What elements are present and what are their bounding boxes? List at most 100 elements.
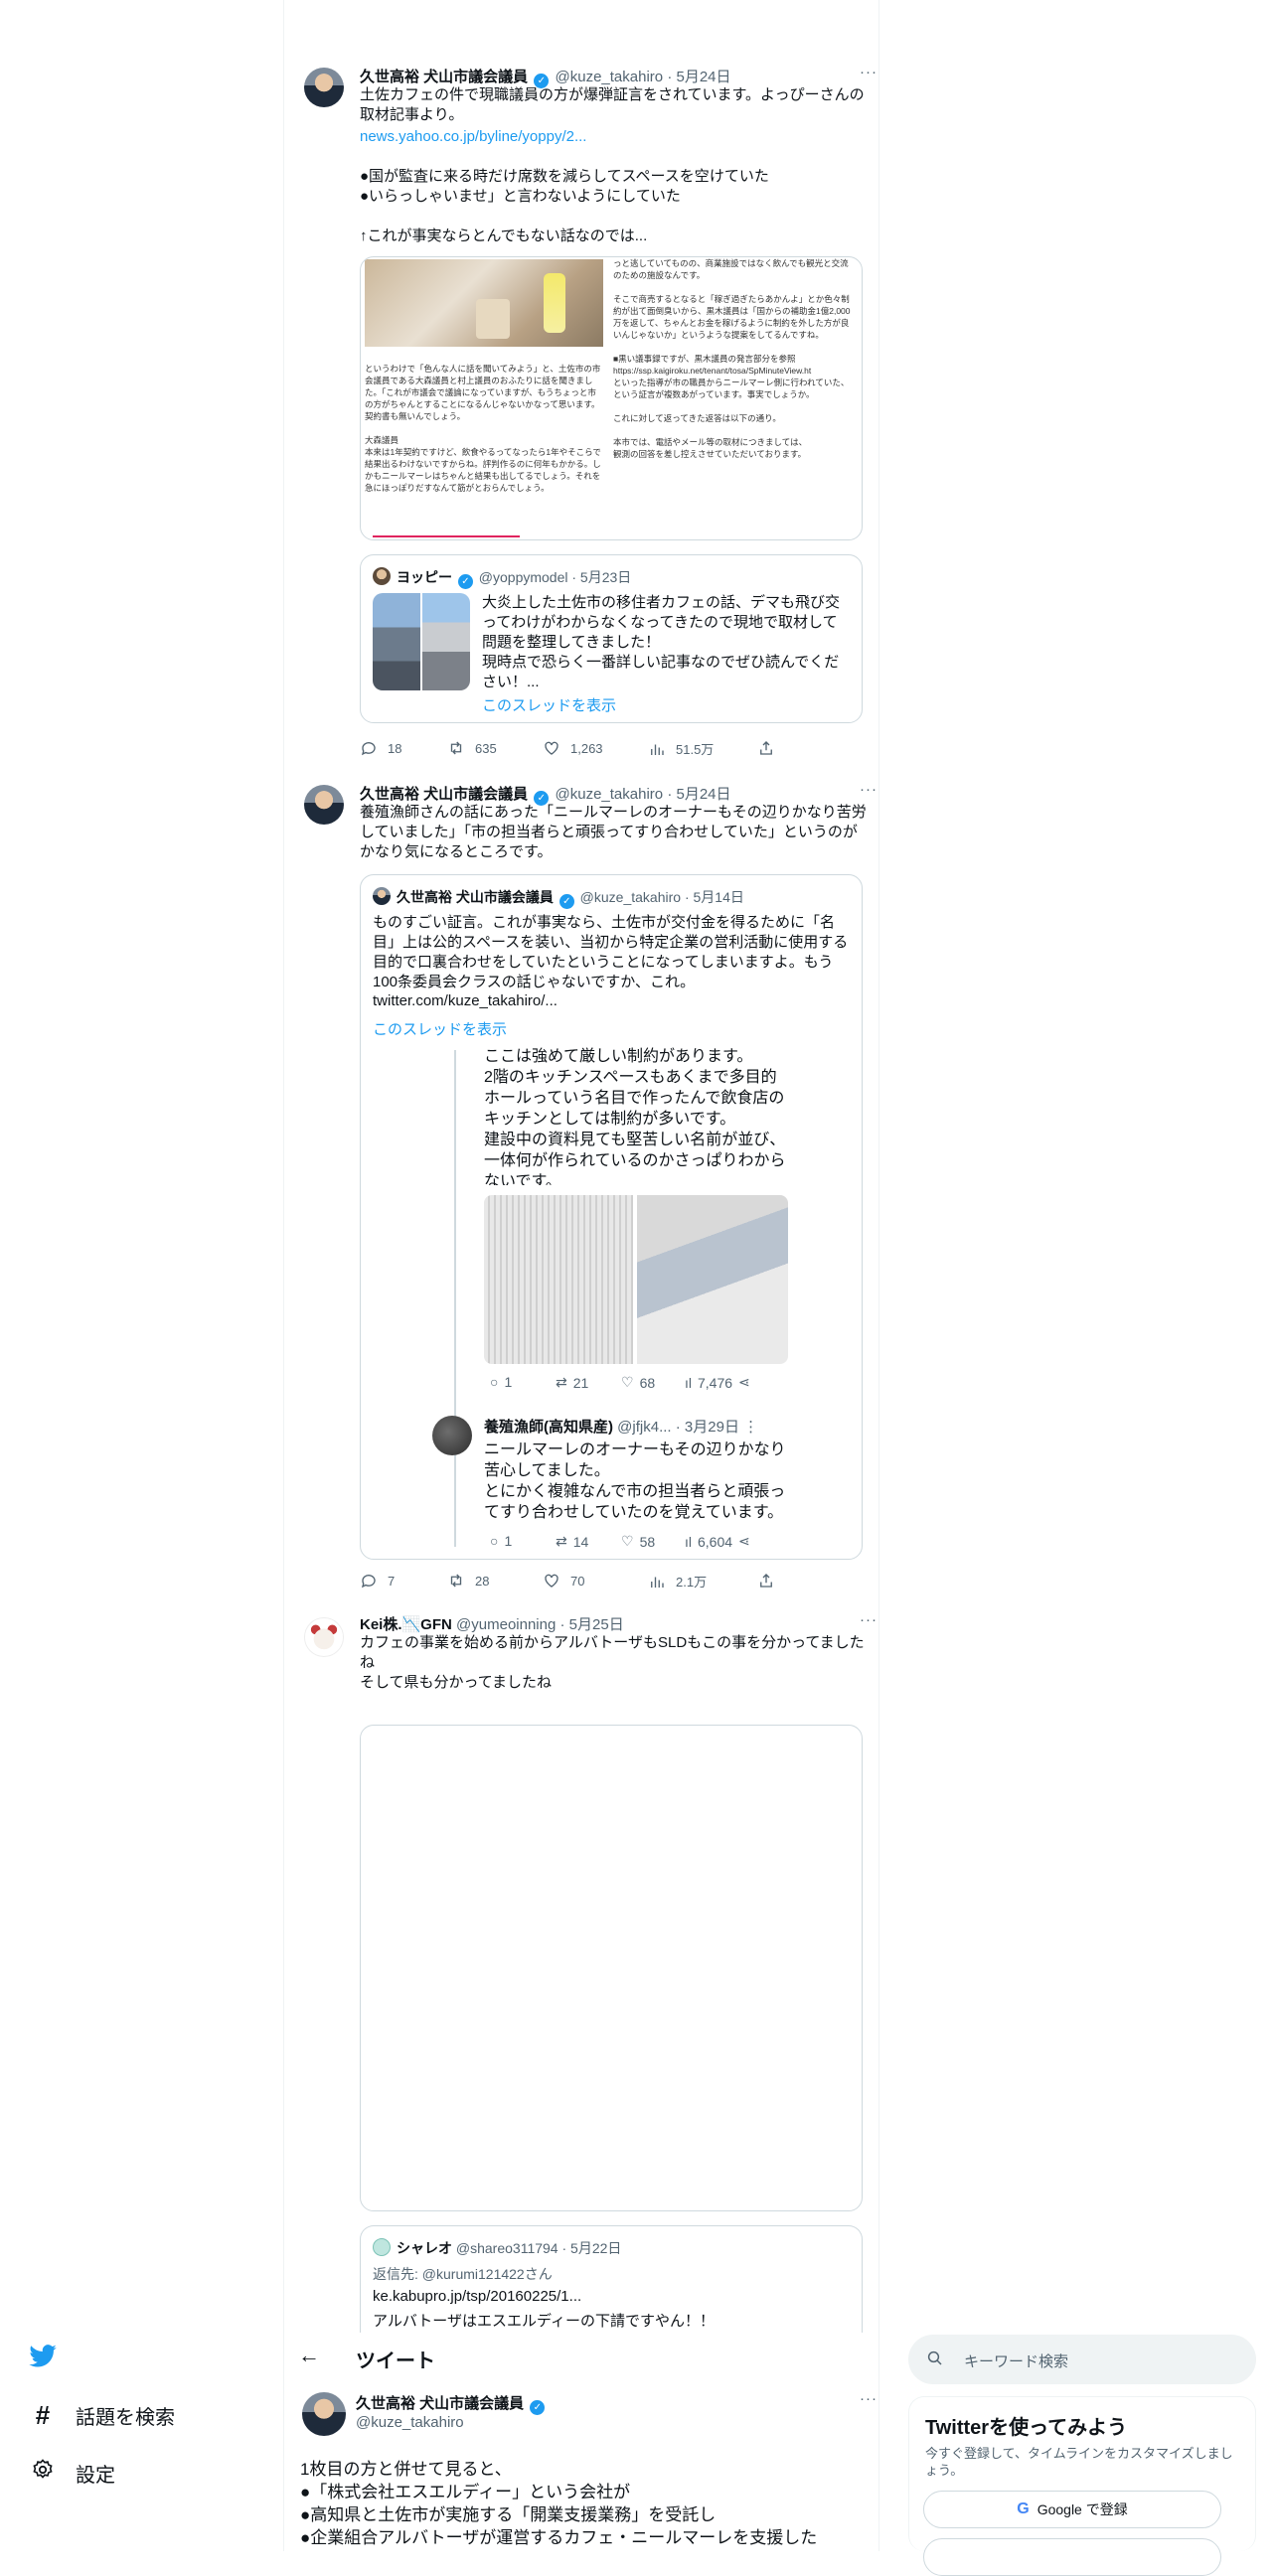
- views-button[interactable]: 2.1万: [648, 1572, 707, 1591]
- quoted-date: · 5月22日: [561, 2240, 622, 2256]
- google-signup-button[interactable]: G Google で登録: [923, 2491, 1221, 2528]
- reply-date: · 3月29日: [675, 1419, 739, 1436]
- share-button[interactable]: [757, 1572, 775, 1590]
- views-button[interactable]: 51.5万: [648, 739, 714, 758]
- tweet-text-2: ●国が監査に来る時だけ席数を減らしてスペースを空けていた ●いらっしゃいませ」と…: [360, 168, 769, 244]
- reply-icon: [361, 742, 376, 756]
- document-photo-2: [637, 1195, 788, 1364]
- reply-reply[interactable]: ○ 1: [490, 1533, 512, 1549]
- quoted-avatar[interactable]: [373, 887, 391, 905]
- embedded-views[interactable]: ıl 7,476 ⋖: [685, 1374, 750, 1391]
- author-handle[interactable]: @kuze_takahiro: [556, 786, 664, 803]
- quoted-link[interactable]: twitter.com/kuze_takahiro/...: [373, 992, 558, 1009]
- avatar[interactable]: [304, 785, 344, 825]
- show-thread-link[interactable]: このスレッドを表示: [482, 694, 616, 715]
- quoted-header: 久世高裕 犬山市議会議員 ✓ @kuze_takahiro · 5月14日: [397, 887, 744, 909]
- back-arrow-icon[interactable]: ←: [298, 2343, 320, 2368]
- author-name[interactable]: 久世高裕 犬山市議会議員: [360, 69, 528, 85]
- bottle-shape: [544, 273, 565, 333]
- more-options-icon[interactable]: ···: [860, 1611, 877, 1628]
- nav-explore[interactable]: # 話題を検索: [30, 2400, 175, 2431]
- embedded-reply[interactable]: ○ 1: [490, 1374, 512, 1390]
- quoted-text: ものすごい証言。これが事実なら、土佐市が交付金を得るために「名目」上は公的スペー…: [373, 914, 849, 990]
- thumb-photo-2: [422, 593, 470, 690]
- tweet-date[interactable]: · 5月24日: [667, 786, 730, 803]
- like-button[interactable]: 70: [543, 1572, 584, 1590]
- tweet-date[interactable]: · 5月24日: [667, 69, 730, 85]
- reply-header: 養殖漁師(高知県産) @jfjk4... · 3月29日 ⋮: [484, 1416, 758, 1437]
- embedded-text: ここは強めて厳しい制約があります。 2階のキッチンスペースもあくまで多目的ホール…: [484, 1048, 786, 1185]
- reply-count: 18: [388, 740, 402, 756]
- media-placeholder[interactable]: [360, 1725, 863, 2211]
- retweet-button[interactable]: 635: [447, 739, 497, 757]
- nav-settings[interactable]: 設定: [30, 2458, 115, 2488]
- share-button[interactable]: [757, 739, 775, 757]
- quoted-link[interactable]: ke.kabupro.jp/tsp/20160225/1...: [373, 2288, 581, 2305]
- quoted-author-name[interactable]: シャレオ: [397, 2240, 452, 2256]
- author-name[interactable]: 久世高裕 犬山市議会議員: [360, 786, 528, 803]
- avatar[interactable]: [304, 1617, 344, 1657]
- reply-button[interactable]: 18: [360, 739, 401, 757]
- more-options-icon[interactable]: ⋮: [743, 1419, 758, 1436]
- reply-retweet[interactable]: ⇄ 14: [556, 1533, 588, 1550]
- reply-icon: [361, 1575, 376, 1589]
- tweet-header: Kei株.📉GFN @yumeoinning · 5月25日: [360, 1613, 624, 1634]
- tweet-2[interactable]: 久世高裕 犬山市議会議員 ✓ @kuze_takahiro · 5月24日 ··…: [284, 777, 877, 1591]
- retweet-icon: ⇄: [556, 1533, 567, 1549]
- twitter-logo-icon[interactable]: [28, 2341, 58, 2370]
- more-options-icon[interactable]: ···: [860, 2390, 877, 2407]
- tweet-link[interactable]: news.yahoo.co.jp/byline/yoppy/2...: [360, 127, 867, 147]
- avatar[interactable]: [304, 68, 344, 107]
- reply-author-name[interactable]: 養殖漁師(高知県産): [484, 1419, 613, 1436]
- quoted-thumbnail: [373, 593, 470, 690]
- reply-like[interactable]: ♡ 58: [621, 1533, 655, 1550]
- quoted-tweet[interactable]: ヨッピー ✓ @yoppymodel · 5月23日 大炎上した土佐市の移住者カ…: [360, 554, 863, 723]
- quoted-date: · 5月23日: [571, 569, 632, 585]
- embedded-retweet[interactable]: ⇄ 21: [556, 1374, 588, 1391]
- reply-view-count: 6,604: [698, 1533, 733, 1550]
- quoted-author-handle[interactable]: @kuze_takahiro: [580, 889, 681, 905]
- nav-settings-label: 設定: [76, 2464, 115, 2487]
- quoted-tweet[interactable]: シャレオ @shareo311794 · 5月22日 返信先: @kurumi1…: [360, 2225, 863, 2333]
- article-left-text: というわけで「色んな人に話を聞いてみよう」と、土佐市の市会議員である大森議員と村…: [365, 364, 601, 493]
- reply-avatar[interactable]: [432, 1416, 472, 1455]
- author-name[interactable]: Kei株.📉GFN: [360, 1616, 452, 1633]
- apple-signup-button[interactable]: [923, 2538, 1221, 2576]
- quoted-avatar[interactable]: [373, 2238, 391, 2256]
- quoted-author-name[interactable]: ヨッピー: [397, 569, 452, 585]
- reply-views[interactable]: ıl 6,604 ⋖: [685, 1533, 750, 1550]
- more-options-icon[interactable]: ···: [860, 781, 877, 798]
- tweet-text: カフェの事業を始める前からアルバトーザもSLDもこの事を分かってましたね そして…: [360, 1634, 865, 1691]
- reply-button[interactable]: 7: [360, 1572, 395, 1590]
- heart-icon: [545, 741, 558, 755]
- reply-author-handle[interactable]: @jfjk4...: [617, 1419, 671, 1436]
- search-icon: [926, 2349, 944, 2372]
- avatar[interactable]: [302, 2392, 346, 2436]
- author-name[interactable]: 久世高裕 犬山市議会議員: [356, 2395, 524, 2412]
- author-handle[interactable]: @kuze_takahiro: [356, 2414, 464, 2431]
- search-input[interactable]: キーワード検索: [908, 2335, 1256, 2384]
- right-column-divider: [878, 0, 879, 2551]
- author-handle[interactable]: @yumeoinning: [456, 1616, 556, 1633]
- quoted-author-name[interactable]: 久世高裕 犬山市議会議員: [397, 889, 554, 905]
- author-handle[interactable]: @kuze_takahiro: [556, 69, 664, 85]
- quoted-tweet[interactable]: 久世高裕 犬山市議会議員 ✓ @kuze_takahiro · 5月14日 もの…: [360, 874, 863, 1560]
- embedded-like[interactable]: ♡ 68: [621, 1374, 655, 1391]
- main-tweet[interactable]: 久世高裕 犬山市議会議員 ✓ @kuze_takahiro ··· 1枚目の方と…: [284, 2388, 877, 2551]
- quoted-author-handle[interactable]: @yoppymodel: [479, 569, 568, 585]
- tweet-3[interactable]: Kei株.📉GFN @yumeoinning · 5月25日 ··· カフェの事…: [284, 1609, 877, 2333]
- article-image[interactable]: というわけで「色んな人に話を聞いてみよう」と、土佐市の市会議員である大森議員と村…: [360, 256, 863, 540]
- share-icon: [760, 741, 772, 755]
- quoted-avatar[interactable]: [373, 567, 391, 585]
- views-icon: [651, 1577, 664, 1588]
- reply-reply-count: 1: [504, 1533, 513, 1549]
- reply-like-count: 58: [639, 1533, 656, 1550]
- show-thread-link[interactable]: このスレッドを表示: [373, 1018, 507, 1039]
- quoted-author-handle[interactable]: @shareo311794: [456, 2240, 558, 2256]
- tweet-1[interactable]: 久世高裕 犬山市議会議員 ✓ @kuze_takahiro · 5月24日 ··…: [284, 60, 877, 765]
- tweet-date[interactable]: · 5月25日: [560, 1616, 624, 1633]
- more-options-icon[interactable]: ···: [860, 64, 877, 80]
- embedded-reply-count: 1: [504, 1374, 513, 1390]
- like-button[interactable]: 1,263: [543, 739, 603, 757]
- retweet-button[interactable]: 28: [447, 1572, 489, 1590]
